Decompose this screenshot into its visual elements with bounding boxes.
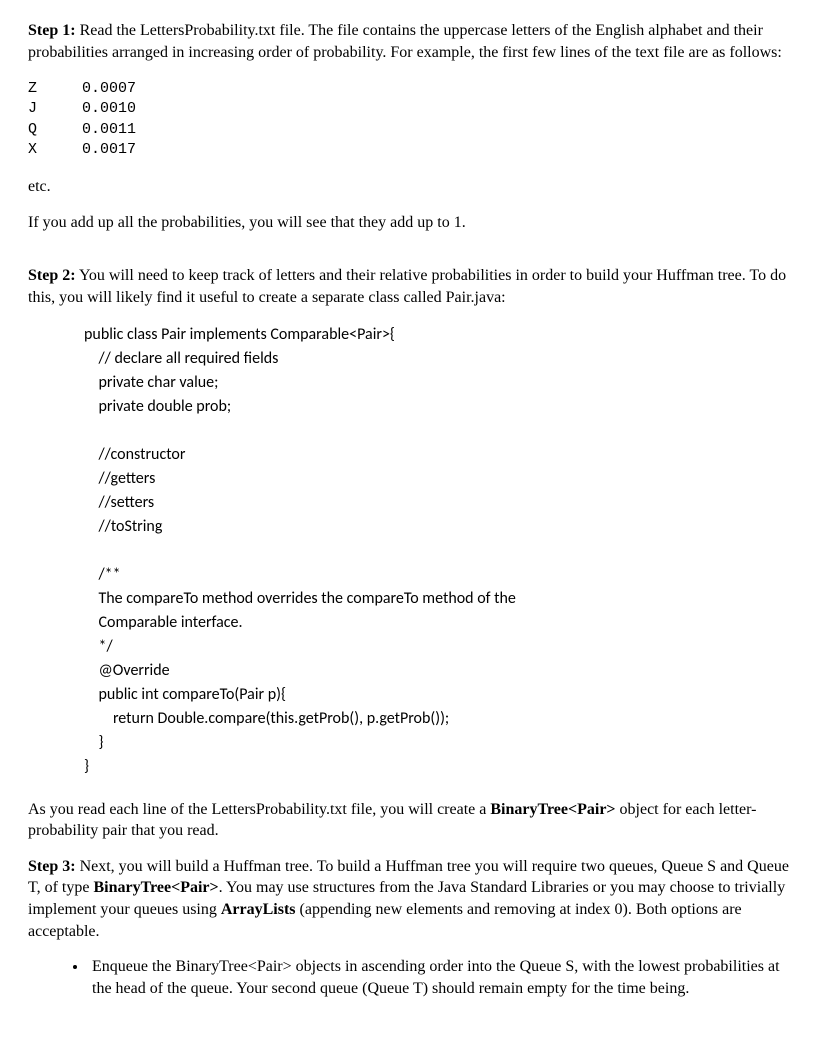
list-item: Enqueue the BinaryTree<Pair> objects in … (88, 956, 802, 999)
step1-paragraph: Step 1: Read the LettersProbability.txt … (28, 20, 802, 63)
sum-note: If you add up all the probabilities, you… (28, 212, 802, 234)
step3-paragraph: Step 3: Next, you will build a Huffman t… (28, 856, 802, 942)
step3-bold1: BinaryTree<Pair> (93, 879, 218, 896)
probability-table: Z 0.0007 J 0.0010 Q 0.0011 X 0.0017 (28, 79, 802, 160)
step3-bullets: Enqueue the BinaryTree<Pair> objects in … (28, 956, 802, 999)
pair-class-code: public class Pair implements Comparable<… (84, 323, 802, 779)
step2-label: Step 2: (28, 267, 76, 284)
step3-bold2: ArrayLists (221, 901, 296, 918)
after-code-pre: As you read each line of the LettersProb… (28, 801, 490, 818)
step1-label: Step 1: (28, 22, 76, 39)
step1-text: Read the LettersProbability.txt file. Th… (28, 22, 782, 61)
etc-text: etc. (28, 176, 802, 198)
step2-paragraph: Step 2: You will need to keep track of l… (28, 265, 802, 308)
step2-text: You will need to keep track of letters a… (28, 267, 786, 306)
step3-label: Step 3: (28, 858, 76, 875)
after-code-paragraph: As you read each line of the LettersProb… (28, 799, 802, 842)
after-code-bold1: BinaryTree<Pair> (490, 801, 615, 818)
